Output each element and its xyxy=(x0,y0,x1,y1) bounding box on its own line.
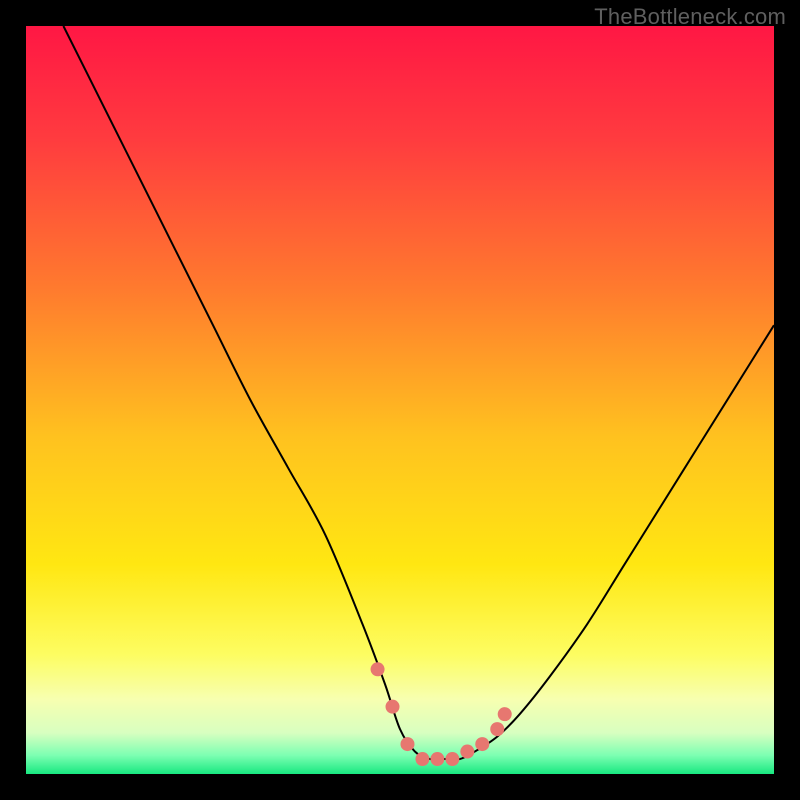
marker-point xyxy=(430,752,444,766)
marker-point xyxy=(386,700,400,714)
marker-point xyxy=(400,737,414,751)
marker-point xyxy=(498,707,512,721)
marker-point xyxy=(371,662,385,676)
chart-background xyxy=(26,26,774,774)
marker-point xyxy=(415,752,429,766)
marker-point xyxy=(490,722,504,736)
bottleneck-chart xyxy=(26,26,774,774)
marker-point xyxy=(475,737,489,751)
marker-point xyxy=(460,745,474,759)
chart-frame: TheBottleneck.com xyxy=(0,0,800,800)
watermark-text: TheBottleneck.com xyxy=(594,4,786,30)
marker-point xyxy=(445,752,459,766)
